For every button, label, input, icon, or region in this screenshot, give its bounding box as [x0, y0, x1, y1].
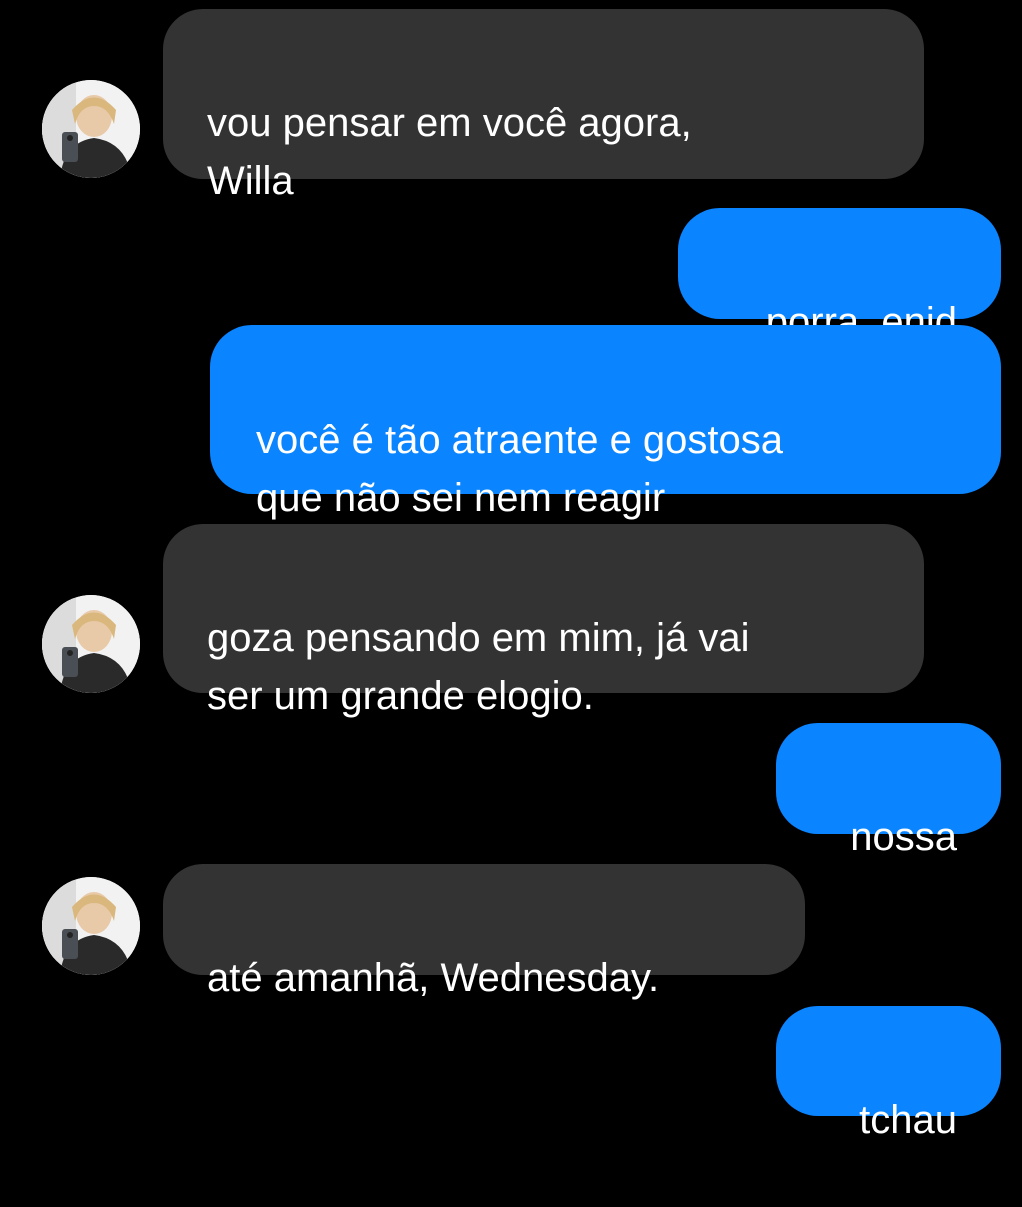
person-photo-avatar-icon	[42, 80, 140, 178]
person-photo-avatar-icon	[42, 595, 140, 693]
message-text: você é tão atraente e gostosa que não se…	[256, 418, 784, 520]
message-bubble-outgoing[interactable]: você é tão atraente e gostosa que não se…	[210, 325, 1001, 520]
message-text: tchau	[859, 1098, 957, 1142]
message-text: nossa	[850, 815, 957, 859]
message-bubble-incoming[interactable]: até amanhã, Wednesday.	[163, 864, 805, 1000]
contact-avatar[interactable]	[42, 877, 140, 975]
message-bubble-outgoing[interactable]: tchau	[776, 1006, 1001, 1142]
person-photo-avatar-icon	[42, 877, 140, 975]
message-bubble-outgoing[interactable]: porra, enid	[678, 208, 1001, 344]
message-text: goza pensando em mim, já vai ser um gran…	[207, 616, 750, 718]
message-text: vou pensar em você agora, Willa	[207, 101, 692, 203]
message-bubble-incoming[interactable]: vou pensar em você agora, Willa	[163, 9, 924, 203]
contact-avatar[interactable]	[42, 80, 140, 178]
message-bubble-incoming[interactable]: goza pensando em mim, já vai ser um gran…	[163, 524, 924, 718]
message-text: até amanhã, Wednesday.	[207, 956, 660, 1000]
message-bubble-outgoing[interactable]: nossa	[776, 723, 1001, 859]
contact-avatar[interactable]	[42, 595, 140, 693]
